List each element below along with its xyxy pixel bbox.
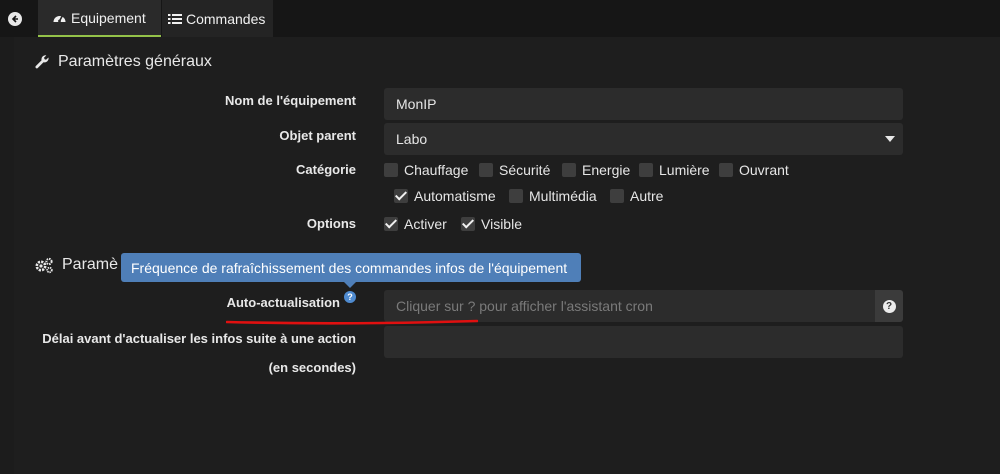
objet-parent-label: Objet parent [279, 128, 356, 143]
objet-parent-value: Labo [396, 131, 428, 147]
checkbox-autre[interactable]: Autre [610, 188, 663, 204]
cron-assistant-button[interactable]: ? [875, 290, 903, 322]
checkbox-box-checked[interactable] [461, 217, 475, 231]
checkbox-box[interactable] [479, 163, 493, 177]
checkbox-label: Lumière [659, 162, 710, 178]
checkbox-box[interactable] [610, 189, 624, 203]
tooltip-arrow [344, 282, 356, 288]
tab-commandes-label: Commandes [186, 10, 266, 27]
tab-equipement-label: Equipement [71, 9, 146, 26]
delai-input[interactable] [384, 326, 903, 358]
checkbox-multimedia[interactable]: Multimédia [509, 188, 597, 204]
checkbox-label: Energie [582, 162, 631, 178]
checkbox-label: Visible [481, 216, 522, 232]
categorie-label: Catégorie [296, 162, 356, 177]
checkbox-activer[interactable]: Activer [384, 216, 447, 232]
checkbox-box-checked[interactable] [394, 189, 408, 203]
tachometer-icon [52, 11, 67, 24]
checkbox-label: Multimédia [529, 188, 597, 204]
auto-actualisation-label: Auto-actualisation [226, 295, 340, 310]
list-icon [168, 13, 182, 25]
nom-input[interactable]: MonIP [384, 88, 903, 120]
help-tooltip: Fréquence de rafraîchissement des comman… [121, 253, 581, 282]
arrow-left-circle-icon [8, 11, 22, 26]
checkbox-visible[interactable]: Visible [461, 216, 522, 232]
checkbox-automatisme[interactable]: Automatisme [394, 188, 496, 204]
checkbox-label: Ouvrant [739, 162, 789, 178]
checkbox-label: Chauffage [404, 162, 469, 178]
checkbox-label: Automatisme [414, 188, 496, 204]
section-title-specific: Paramè [34, 256, 118, 274]
checkbox-securite[interactable]: Sécurité [479, 162, 550, 178]
auto-actualisation-input[interactable]: Cliquer sur ? pour afficher l'assistant … [384, 290, 875, 322]
tab-commandes[interactable]: Commandes [162, 0, 273, 37]
checkbox-box[interactable] [509, 189, 523, 203]
checkbox-label: Activer [404, 216, 447, 232]
tab-equipement[interactable]: Equipement [38, 0, 161, 37]
checkbox-box-checked[interactable] [384, 217, 398, 231]
delai-label-line2: (en secondes) [268, 360, 356, 375]
question-circle-icon: ? [882, 299, 896, 313]
checkbox-lumiere[interactable]: Lumière [639, 162, 710, 178]
checkbox-box[interactable] [384, 163, 398, 177]
checkbox-box[interactable] [639, 163, 653, 177]
checkbox-box[interactable] [719, 163, 733, 177]
checkbox-ouvrant[interactable]: Ouvrant [719, 162, 789, 178]
checkbox-label: Autre [630, 188, 664, 204]
cogs-icon [34, 257, 54, 274]
objet-parent-select[interactable]: Labo [384, 123, 903, 155]
checkbox-box[interactable] [562, 163, 576, 177]
wrench-icon [34, 54, 50, 70]
question-circle-icon[interactable]: ? [344, 291, 356, 303]
back-button[interactable] [0, 0, 30, 37]
nom-label: Nom de l'équipement [225, 93, 356, 108]
checkbox-energie[interactable]: Energie [562, 162, 630, 178]
options-label: Options [306, 216, 356, 231]
caret-down-icon [885, 136, 895, 142]
section-title-general: Paramètres généraux [34, 53, 212, 71]
section-title-general-text: Paramètres généraux [58, 53, 212, 70]
top-tab-bar: Equipement Commandes [0, 0, 1000, 37]
section-title-specific-text: Paramè [62, 256, 119, 273]
checkbox-chauffage[interactable]: Chauffage [384, 162, 468, 178]
delai-label-line1: Délai avant d'actualiser les infos suite… [42, 331, 356, 346]
checkbox-label: Sécurité [499, 162, 551, 178]
